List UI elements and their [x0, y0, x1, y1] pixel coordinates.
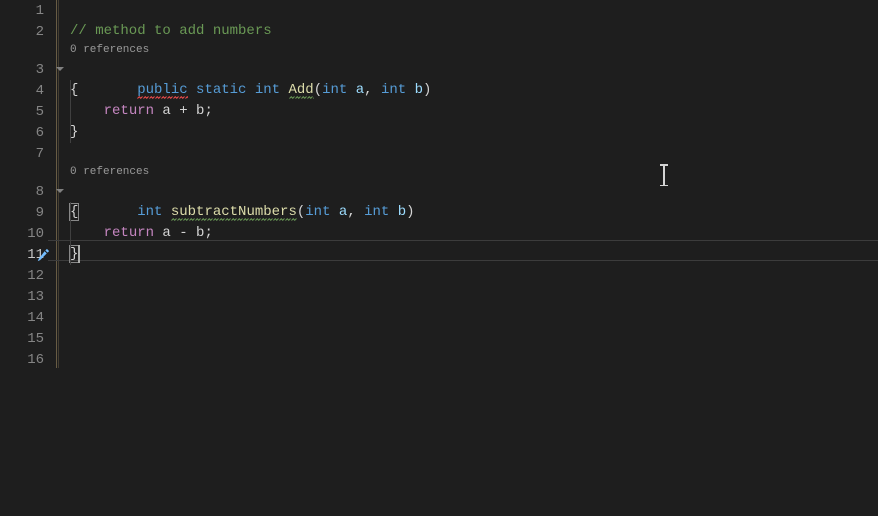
gutter-row: 5 — [0, 101, 48, 122]
line-number: 14 — [27, 310, 44, 326]
gutter-row: 10 — [0, 223, 48, 244]
gutter-row: 14 — [0, 307, 48, 328]
code-line[interactable]: { — [48, 80, 878, 101]
codelens-references[interactable]: 0 references — [48, 164, 878, 181]
gutter-row: 8 — [0, 181, 48, 202]
gutter-row-current: 11 — [0, 244, 48, 265]
line-number: 9 — [36, 205, 44, 221]
code-line[interactable]: int subtractNumbers(int a, int b) — [48, 181, 878, 202]
gutter-codelens-spacer — [0, 164, 48, 181]
code-line[interactable] — [48, 265, 878, 286]
gutter-row: 15 — [0, 328, 48, 349]
codelens-references[interactable]: 0 references — [48, 42, 878, 59]
code-area[interactable]: // method to add numbers 0 references pu… — [48, 0, 878, 516]
brace-open: { — [70, 82, 78, 98]
gutter-row: 2 — [0, 21, 48, 42]
code-line[interactable] — [48, 143, 878, 164]
code-line[interactable] — [48, 0, 878, 21]
line-number: 2 — [36, 24, 44, 40]
comment-text: // method to add numbers — [70, 23, 272, 39]
gutter-row: 9 — [0, 202, 48, 223]
code-editor[interactable]: 1 2 3 4 5 6 7 8 9 10 11 12 13 14 15 16 /… — [0, 0, 878, 516]
indent-guide — [70, 202, 71, 223]
line-number: 5 — [36, 104, 44, 120]
gutter-row: 4 — [0, 80, 48, 101]
code-line[interactable]: // method to add numbers — [48, 21, 878, 42]
code-line[interactable] — [48, 307, 878, 328]
keyword-return: return — [104, 103, 154, 119]
code-line[interactable] — [48, 328, 878, 349]
gutter-row: 12 — [0, 265, 48, 286]
code-line[interactable]: public static int Add(int a, int b) — [48, 59, 878, 80]
indent-guide — [70, 244, 71, 265]
line-number: 15 — [27, 331, 44, 347]
expression: a - b; — [154, 225, 213, 241]
code-line[interactable]: return a + b; — [48, 101, 878, 122]
line-number: 1 — [36, 3, 44, 19]
gutter-row: 7 — [0, 143, 48, 164]
code-line[interactable]: } — [48, 122, 878, 143]
gutter-codelens-spacer — [0, 42, 48, 59]
line-number: 6 — [36, 125, 44, 141]
code-line[interactable] — [48, 349, 878, 370]
chevron-down-icon[interactable] — [54, 185, 66, 197]
line-number: 16 — [27, 352, 44, 368]
gutter: 1 2 3 4 5 6 7 8 9 10 11 12 13 14 15 16 — [0, 0, 48, 516]
line-number: 12 — [27, 268, 44, 284]
chevron-down-icon[interactable] — [54, 63, 66, 75]
code-line[interactable]: { — [48, 202, 878, 223]
gutter-row: 16 — [0, 349, 48, 370]
code-lines[interactable]: // method to add numbers 0 references pu… — [48, 0, 878, 370]
line-number: 4 — [36, 83, 44, 99]
text-cursor — [78, 245, 80, 263]
expression: a + b; — [154, 103, 213, 119]
line-number: 13 — [27, 289, 44, 305]
line-number: 3 — [36, 62, 44, 78]
gutter-row: 6 — [0, 122, 48, 143]
gutter-row: 1 — [0, 0, 48, 21]
indent-guide — [70, 223, 71, 244]
brace-close: } — [70, 124, 78, 140]
indent-guide — [70, 101, 71, 122]
code-line[interactable] — [48, 286, 878, 307]
gutter-row: 3 — [0, 59, 48, 80]
indent-guide — [70, 122, 71, 143]
code-line-current[interactable]: } — [48, 244, 878, 265]
indent-guide — [70, 80, 71, 101]
keyword-return: return — [104, 225, 154, 241]
line-number: 10 — [27, 226, 44, 242]
line-number: 8 — [36, 184, 44, 200]
line-number: 7 — [36, 146, 44, 162]
code-line[interactable]: return a - b; — [48, 223, 878, 244]
gutter-row: 13 — [0, 286, 48, 307]
